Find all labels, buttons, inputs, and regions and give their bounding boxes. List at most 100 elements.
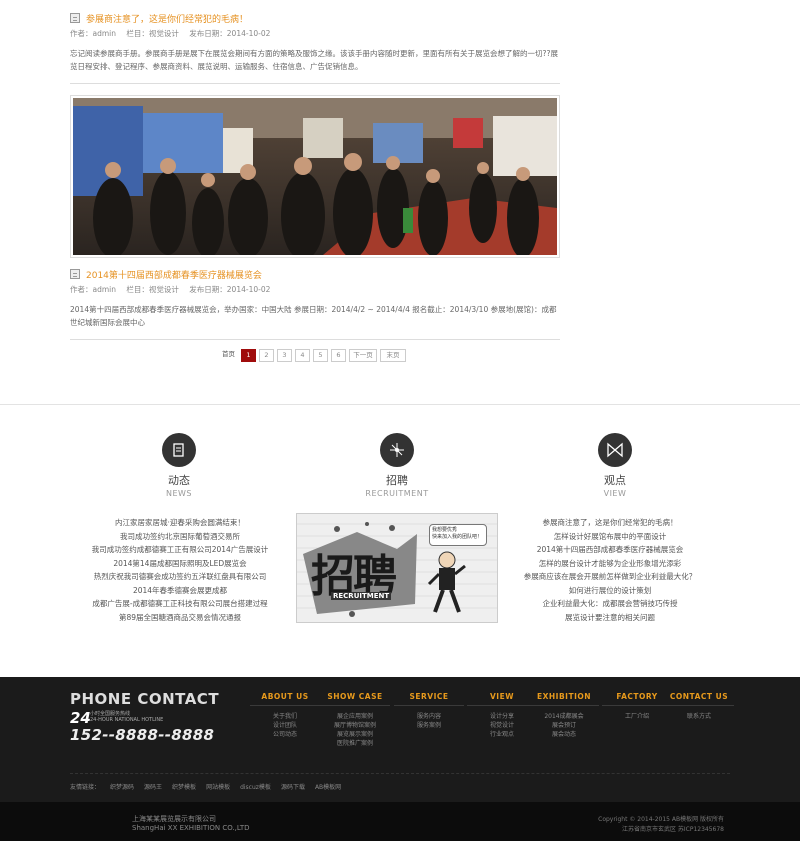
footer-link[interactable]: 展会预订	[529, 721, 599, 730]
footer-col-heading[interactable]: SHOW CASE	[320, 692, 390, 706]
document-icon	[162, 433, 196, 467]
footer-col-factory: FACTORY 工厂介绍	[602, 692, 672, 721]
speech-bubble-line: 快来加入我的团队吧！	[432, 534, 483, 540]
friend-link[interactable]: AB模板网	[315, 782, 341, 791]
section-title: 动态	[168, 474, 190, 487]
footer-divider	[70, 773, 730, 774]
company-name-cn: 上海某某展览展示有限公司	[132, 815, 216, 823]
page-link-3[interactable]: 3	[277, 349, 292, 362]
footer-link[interactable]: 2014成都展会	[529, 712, 599, 721]
article-date: 发布日期：2014-10-02	[189, 285, 271, 294]
view-link[interactable]: 怎样的展台设计才能够为企业形象增光添彩	[510, 557, 710, 571]
recruit-section-header[interactable]: 招聘 RECRUITMENT	[337, 433, 457, 498]
friend-link[interactable]: 织梦模板	[172, 782, 196, 791]
news-link[interactable]: 热烈庆祝我司德赛会成功签约五洋联红盘具有限公司	[80, 570, 280, 584]
footer-col-contact: CONTACT US 联系方式	[664, 692, 734, 721]
footer-col-heading[interactable]: EXHIBITION	[529, 692, 599, 706]
hotline-label-en: 24-HOUR NATIONAL HOTLINE	[90, 717, 164, 723]
friend-links-label: 友情链接：	[70, 784, 101, 791]
view-link[interactable]: 2014第十四届西部成都春季医疗器械展览会	[510, 543, 710, 557]
article-author: 作者：admin	[70, 285, 116, 294]
news-link[interactable]: 第89届全国糖酒商品交易会情况通报	[80, 611, 280, 625]
article-summary: 2014第十四届西部成都春季医疗器械展览会，举办国家：中国大陆 参展日期：201…	[70, 305, 557, 327]
article-title-link[interactable]: 参展商注意了，这是你们经常犯的毛病！	[86, 12, 248, 25]
document-icon	[70, 269, 80, 279]
footer-col-exhibition: EXHIBITION 2014成都展会 展会预订 展会动态	[529, 692, 599, 739]
footer-link[interactable]: 公司动态	[250, 730, 320, 739]
page-first-link[interactable]: 首页	[219, 349, 238, 362]
footer-col-showcase: SHOW CASE 展企应用案例 展厅博物馆案例 展览展示案例 医院推广案例	[320, 692, 390, 748]
document-icon	[70, 13, 80, 23]
pagination: 首页 1 2 3 4 5 6 下一页 末页	[219, 349, 406, 362]
article-title-link[interactable]: 2014第十四届西部成都春季医疗器械展览会	[86, 268, 262, 281]
footer-link[interactable]: 展厅博物馆案例	[320, 721, 390, 730]
footer-link[interactable]: 关于我们	[250, 712, 320, 721]
footer-col-heading[interactable]: CONTACT US	[664, 692, 734, 706]
divider	[70, 83, 560, 84]
footer-col-heading[interactable]: SERVICE	[394, 692, 464, 706]
hotline-label: 小时全国服务热线 24-HOUR NATIONAL HOTLINE	[90, 711, 163, 723]
section-title: 观点	[604, 474, 626, 487]
footer-link[interactable]: 展览展示案例	[320, 730, 390, 739]
article-column: 栏目：视觉设计	[126, 285, 179, 294]
section-subtitle: NEWS	[165, 489, 193, 498]
footer-link[interactable]: 行业观点	[467, 730, 537, 739]
recruitment-image[interactable]: 招聘 RECRUITMENT 我想要优秀 快来加入我的团队吧！	[296, 513, 498, 623]
address-text: 江苏省南京市玄武区 苏ICP12345678	[621, 826, 724, 833]
view-link[interactable]: 企业利益最大化：成都展会营销技巧传授	[510, 597, 710, 611]
footer-link[interactable]: 医院推广案例	[320, 739, 390, 748]
view-link[interactable]: 展览设计要注意的相关问题	[510, 611, 710, 625]
footer-link[interactable]: 工厂介绍	[602, 712, 672, 721]
cartoon-figure	[427, 551, 466, 613]
view-link[interactable]: 参展商注意了，这是你们经常犯的毛病！	[510, 516, 710, 530]
footer-link[interactable]: 设计团队	[250, 721, 320, 730]
page-link-6[interactable]: 6	[331, 349, 346, 362]
view-link[interactable]: 参展商应该在展会开展前怎样做到企业利益最大化？	[510, 570, 710, 584]
news-link[interactable]: 成都广告展-成都德赛工正科技有限公司展台搭建过程	[80, 597, 280, 611]
page-link-2[interactable]: 2	[259, 349, 274, 362]
friend-link[interactable]: 源码王	[144, 782, 162, 791]
article-item: 2014第十四届西部成都春季医疗器械展览会 作者：admin 栏目：视觉设计 发…	[70, 266, 560, 340]
footer-link[interactable]: 服务内容	[394, 712, 464, 721]
footer-col-heading[interactable]: FACTORY	[602, 692, 672, 706]
article-author: 作者：admin	[70, 29, 116, 38]
bowtie-icon	[598, 433, 632, 467]
article-item: 参展商注意了，这是你们经常犯的毛病！ 作者：admin 栏目：视觉设计 发布日期…	[70, 10, 560, 84]
page-link-5[interactable]: 5	[313, 349, 328, 362]
page-link-1[interactable]: 1	[241, 349, 256, 362]
section-subtitle: RECRUITMENT	[365, 489, 429, 498]
news-link[interactable]: 我司成功签约北京国际葡萄酒交易所	[80, 530, 280, 544]
footer-link[interactable]: 展企应用案例	[320, 712, 390, 721]
view-section-header[interactable]: 观点 VIEW	[555, 433, 675, 498]
friend-link[interactable]: 网站模板	[206, 782, 230, 791]
footer-link[interactable]: 服务案例	[394, 721, 464, 730]
footer-col-heading[interactable]: VIEW	[467, 692, 537, 706]
section-subtitle: VIEW	[603, 489, 627, 498]
friend-link[interactable]: 源码下载	[281, 782, 305, 791]
footer-col-heading[interactable]: ABOUT US	[250, 692, 320, 706]
page-link-4[interactable]: 4	[295, 349, 310, 362]
sparkle-icon	[380, 433, 414, 467]
section-title: 招聘	[386, 474, 408, 487]
news-section-header[interactable]: 动态 NEWS	[119, 433, 239, 498]
page-next-link[interactable]: 下一页	[349, 349, 377, 362]
friend-link[interactable]: discuz模板	[240, 782, 271, 791]
news-link[interactable]: 内江家居家居城·迎春采购会圆满结束！	[80, 516, 280, 530]
phone-contact-title: PHONE CONTACT	[70, 690, 220, 708]
footer-link[interactable]: 设计分享	[467, 712, 537, 721]
footer-link[interactable]: 展会动态	[529, 730, 599, 739]
page-last-link[interactable]: 末页	[380, 349, 406, 362]
footer-link[interactable]: 视觉设计	[467, 721, 537, 730]
footer-link[interactable]: 联系方式	[664, 712, 734, 721]
copyright-text: Copyright © 2014-2015 AB模板网 版权所有	[598, 816, 724, 823]
news-link[interactable]: 2014第14届成都国际照明及LED展览会	[80, 557, 280, 571]
view-link[interactable]: 怎样设计好展馆布展中的平面设计	[510, 530, 710, 544]
view-link[interactable]: 如何进行展位的设计策划	[510, 584, 710, 598]
speech-bubble: 我想要优秀 快来加入我的团队吧！	[429, 524, 487, 546]
news-link-list: 内江家居家居城·迎春采购会圆满结束！ 我司成功签约北京国际葡萄酒交易所 我司成功…	[80, 516, 280, 624]
news-link[interactable]: 我司成功签约成都德赛工正有限公司2014广告展设计	[80, 543, 280, 557]
friend-link[interactable]: 织梦源码	[110, 782, 134, 791]
article-image[interactable]	[70, 95, 560, 258]
article-summary: 忘记阅读参展商手册。参展商手册是展下在展览会期间有方面的策略及服饰之缘。该该手册…	[70, 49, 558, 71]
news-link[interactable]: 2014年春季德赛会展更成都	[80, 584, 280, 598]
